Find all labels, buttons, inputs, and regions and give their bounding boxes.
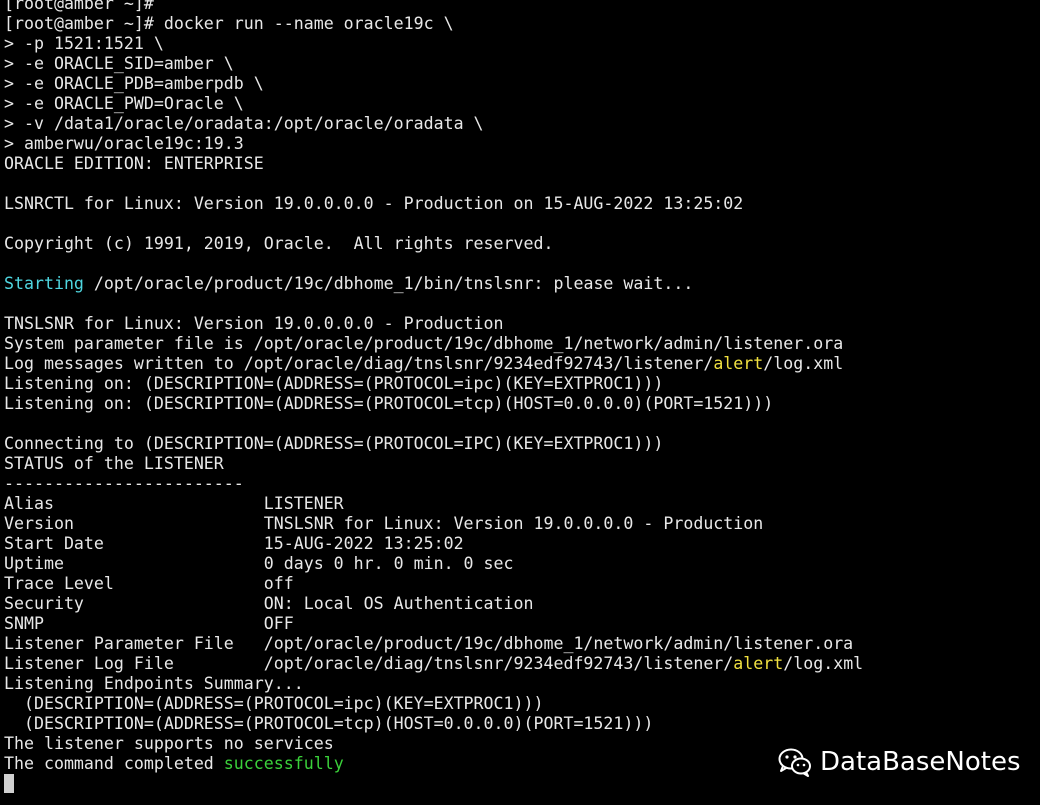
terminal-line: (DESCRIPTION=(ADDRESS=(PROTOCOL=ipc)(KEY…	[4, 694, 1040, 714]
highlighted-text: alert	[713, 354, 764, 373]
line-text: Listening on: (DESCRIPTION=(ADDRESS=(PRO…	[4, 374, 664, 393]
text-cursor	[4, 774, 14, 793]
terminal-line: ORACLE EDITION: ENTERPRISE	[4, 154, 1040, 174]
line-text: Alias LISTENER	[4, 494, 344, 513]
wechat-icon	[778, 748, 811, 777]
line-text: ORACLE EDITION: ENTERPRISE	[4, 154, 264, 173]
line-text: /opt/oracle/product/19c/dbhome_1/bin/tns…	[83, 274, 694, 293]
line-text: Log messages written to /opt/oracle/diag…	[4, 354, 714, 373]
line-text: Listener Log File /opt/oracle/diag/tnsls…	[4, 654, 734, 673]
line-text: Start Date 15-AUG-2022 13:25:02	[4, 534, 464, 553]
line-text: /log.xml	[783, 654, 864, 673]
terminal-line: Starting /opt/oracle/product/19c/dbhome_…	[4, 274, 1040, 294]
line-text: Uptime 0 days 0 hr. 0 min. 0 sec	[4, 554, 514, 573]
terminal-line: Listener Log File /opt/oracle/diag/tnsls…	[4, 654, 1040, 674]
line-text: ------------------------	[4, 474, 244, 493]
line-text: Copyright (c) 1991, 2019, Oracle. All ri…	[4, 234, 554, 253]
terminal-line: Uptime 0 days 0 hr. 0 min. 0 sec	[4, 554, 1040, 574]
terminal-line: STATUS of the LISTENER	[4, 454, 1040, 474]
line-text: > -e ORACLE_PDB=amberpdb \	[4, 74, 264, 93]
highlighted-text: Starting	[4, 274, 84, 293]
line-text: SNMP OFF	[4, 614, 294, 633]
terminal-line: Start Date 15-AUG-2022 13:25:02	[4, 534, 1040, 554]
line-text: LSNRCTL for Linux: Version 19.0.0.0.0 - …	[4, 194, 744, 213]
line-text: > -e ORACLE_PWD=Oracle \	[4, 94, 244, 113]
terminal-line: Listening on: (DESCRIPTION=(ADDRESS=(PRO…	[4, 394, 1040, 414]
terminal-line: Copyright (c) 1991, 2019, Oracle. All ri…	[4, 234, 1040, 254]
terminal-line: Listener Parameter File /opt/oracle/prod…	[4, 634, 1040, 654]
highlighted-text: alert	[733, 654, 784, 673]
line-text: > -e ORACLE_SID=amber \	[4, 54, 234, 73]
line-text: Connecting to (DESCRIPTION=(ADDRESS=(PRO…	[4, 434, 664, 453]
line-text: [root@amber ~]# docker run --name oracle…	[4, 14, 454, 33]
terminal-line: Listening on: (DESCRIPTION=(ADDRESS=(PRO…	[4, 374, 1040, 394]
terminal-line: > -e ORACLE_PWD=Oracle \	[4, 94, 1040, 114]
terminal-line: [root@amber ~]#	[4, 0, 1040, 14]
terminal-line: > -v /data1/oracle/oradata:/opt/oracle/o…	[4, 114, 1040, 134]
line-text: (DESCRIPTION=(ADDRESS=(PROTOCOL=ipc)(KEY…	[4, 694, 544, 713]
terminal-line: Alias LISTENER	[4, 494, 1040, 514]
watermark: DataBaseNotes	[778, 744, 1020, 780]
terminal-line: LSNRCTL for Linux: Version 19.0.0.0.0 - …	[4, 194, 1040, 214]
terminal-line: > -e ORACLE_SID=amber \	[4, 54, 1040, 74]
line-text: Listener Parameter File /opt/oracle/prod…	[4, 634, 854, 653]
line-text: > -v /data1/oracle/oradata:/opt/oracle/o…	[4, 114, 484, 133]
terminal-line: Trace Level off	[4, 574, 1040, 594]
watermark-text: DataBaseNotes	[820, 747, 1021, 777]
highlighted-text: successfully	[223, 754, 344, 773]
line-text: > amberwu/oracle19c:19.3	[4, 134, 244, 153]
terminal-line: Security ON: Local OS Authentication	[4, 594, 1040, 614]
line-text: The command completed	[4, 754, 224, 773]
terminal-line: > amberwu/oracle19c:19.3	[4, 134, 1040, 154]
line-text: The listener supports no services	[4, 734, 334, 753]
line-text: System parameter file is /opt/oracle/pro…	[4, 334, 844, 353]
line-text: [root@amber ~]#	[4, 0, 154, 13]
terminal-line: Connecting to (DESCRIPTION=(ADDRESS=(PRO…	[4, 434, 1040, 454]
terminal-line: ------------------------	[4, 474, 1040, 494]
line-text: Trace Level off	[4, 574, 294, 593]
terminal-line: > -p 1521:1521 \	[4, 34, 1040, 54]
line-text: (DESCRIPTION=(ADDRESS=(PROTOCOL=tcp)(HOS…	[4, 714, 654, 733]
line-text: Listening on: (DESCRIPTION=(ADDRESS=(PRO…	[4, 394, 774, 413]
terminal-line: (DESCRIPTION=(ADDRESS=(PROTOCOL=tcp)(HOS…	[4, 714, 1040, 734]
terminal-line: System parameter file is /opt/oracle/pro…	[4, 334, 1040, 354]
terminal-line: Listening Endpoints Summary...	[4, 674, 1040, 694]
terminal-line: [root@amber ~]# docker run --name oracle…	[4, 14, 1040, 34]
terminal-line: SNMP OFF	[4, 614, 1040, 634]
line-text: Security ON: Local OS Authentication	[4, 594, 534, 613]
line-text: /log.xml	[763, 354, 844, 373]
terminal-line: Version TNSLSNR for Linux: Version 19.0.…	[4, 514, 1040, 534]
terminal-output[interactable]: [root@amber ~]# [root@amber ~]# docker ru…	[4, 0, 1040, 794]
line-text: Listening Endpoints Summary...	[4, 674, 304, 693]
line-text: STATUS of the LISTENER	[4, 454, 224, 473]
line-text: Version TNSLSNR for Linux: Version 19.0.…	[4, 514, 764, 533]
terminal-line: > -e ORACLE_PDB=amberpdb \	[4, 74, 1040, 94]
terminal-line: Log messages written to /opt/oracle/diag…	[4, 354, 1040, 374]
line-text: > -p 1521:1521 \	[4, 34, 164, 53]
terminal-line: TNSLSNR for Linux: Version 19.0.0.0.0 - …	[4, 314, 1040, 334]
line-text: TNSLSNR for Linux: Version 19.0.0.0.0 - …	[4, 314, 504, 333]
